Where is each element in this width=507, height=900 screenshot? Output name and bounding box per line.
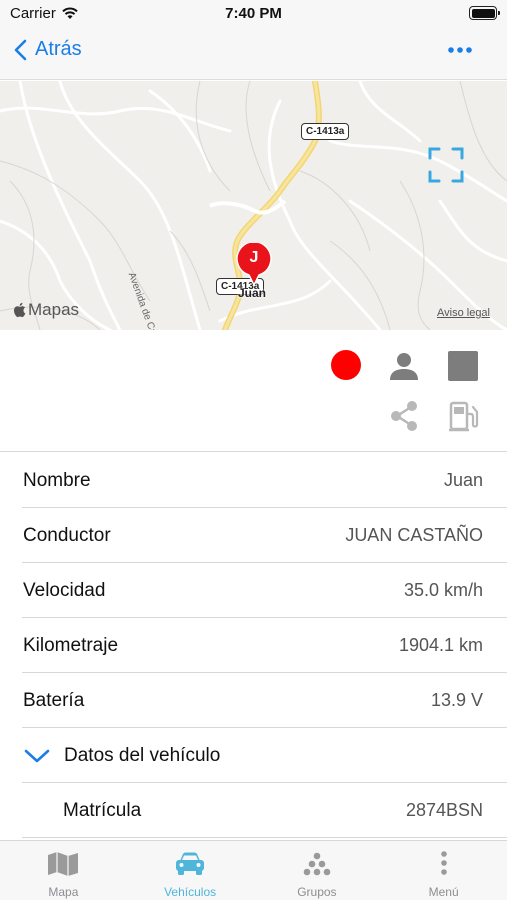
- battery-icon: [469, 6, 500, 20]
- detail-value: 13.9 V: [430, 690, 483, 710]
- detail-row-nombre: Nombre Juan: [22, 453, 507, 508]
- detail-label: Conductor: [23, 525, 111, 546]
- tab-mapa[interactable]: Mapa: [0, 841, 127, 900]
- status-bar: Carrier 7:40 PM: [0, 0, 507, 28]
- detail-label: Batería: [23, 690, 85, 711]
- vehicle-details-list: Nombre Juan Conductor JUAN CASTAÑO Veloc…: [0, 453, 507, 838]
- groups-icon: [303, 852, 331, 876]
- detail-value: 1904.1 km: [398, 635, 483, 655]
- pin-letter: J: [249, 249, 259, 266]
- detail-row-kilometraje: Kilometraje 1904.1 km: [22, 618, 507, 673]
- chevron-down-icon: [24, 749, 50, 763]
- tab-label: Menú: [428, 885, 459, 899]
- detail-row-matricula: Matrícula 2874BSN: [22, 783, 507, 838]
- tab-label: Mapa: [48, 885, 79, 899]
- detail-value: 2874BSN: [405, 800, 483, 820]
- tab-grupos[interactable]: Grupos: [254, 841, 381, 900]
- status-indicator[interactable]: [331, 350, 361, 380]
- driver-icon[interactable]: [388, 350, 420, 382]
- vehicle-actions: [0, 330, 507, 452]
- apple-logo-icon: [13, 302, 26, 318]
- detail-row-bateria: Batería 13.9 V: [22, 673, 507, 728]
- detail-label: Matrícula: [63, 800, 142, 821]
- tab-label: Grupos: [297, 885, 337, 899]
- vehicle-map-pin[interactable]: J: [236, 243, 272, 287]
- tab-vehiculos[interactable]: Vehículos: [127, 841, 254, 900]
- fullscreen-button[interactable]: [428, 147, 464, 183]
- detail-label: Velocidad: [23, 580, 106, 601]
- car-icon: [176, 852, 205, 875]
- more-options-button[interactable]: [447, 46, 473, 54]
- detail-value: 35.0 km/h: [403, 580, 483, 600]
- detail-value: Juan: [443, 470, 483, 490]
- detail-label: Kilometraje: [23, 635, 119, 656]
- map-view[interactable]: C-1413a C-1413a Avenida de Can Canyamere…: [0, 81, 507, 330]
- section-title: Datos del vehículo: [64, 745, 221, 766]
- road-label-north: C-1413a: [301, 123, 350, 140]
- menu-dots-icon: [440, 851, 447, 875]
- detail-value: JUAN CASTAÑO: [345, 525, 483, 545]
- detail-row-conductor: Conductor JUAN CASTAÑO: [22, 508, 507, 563]
- pin-label: Juan: [238, 286, 267, 300]
- back-button-label: Atrás: [35, 38, 82, 60]
- detail-label: Nombre: [23, 470, 91, 491]
- vehicle-data-section-toggle[interactable]: Datos del vehículo: [22, 728, 507, 783]
- tab-label: Vehículos: [164, 885, 217, 899]
- tab-menu[interactable]: Menú: [380, 841, 507, 900]
- chevron-left-icon: [14, 39, 27, 60]
- map-icon: [48, 852, 79, 876]
- legal-link[interactable]: Aviso legal: [437, 307, 490, 319]
- map-attribution: Mapas: [12, 300, 79, 320]
- stop-icon[interactable]: [448, 351, 478, 381]
- share-icon[interactable]: [389, 400, 419, 432]
- map-brand-label: Mapas: [28, 300, 80, 319]
- detail-row-velocidad: Velocidad 35.0 km/h: [22, 563, 507, 618]
- back-button[interactable]: Atrás: [14, 38, 82, 61]
- fuel-pump-icon[interactable]: [447, 400, 481, 434]
- tab-bar: Mapa Vehículos Grupos Menú: [0, 840, 507, 900]
- navigation-bar: Atrás: [0, 28, 507, 80]
- clock: 7:40 PM: [225, 5, 282, 22]
